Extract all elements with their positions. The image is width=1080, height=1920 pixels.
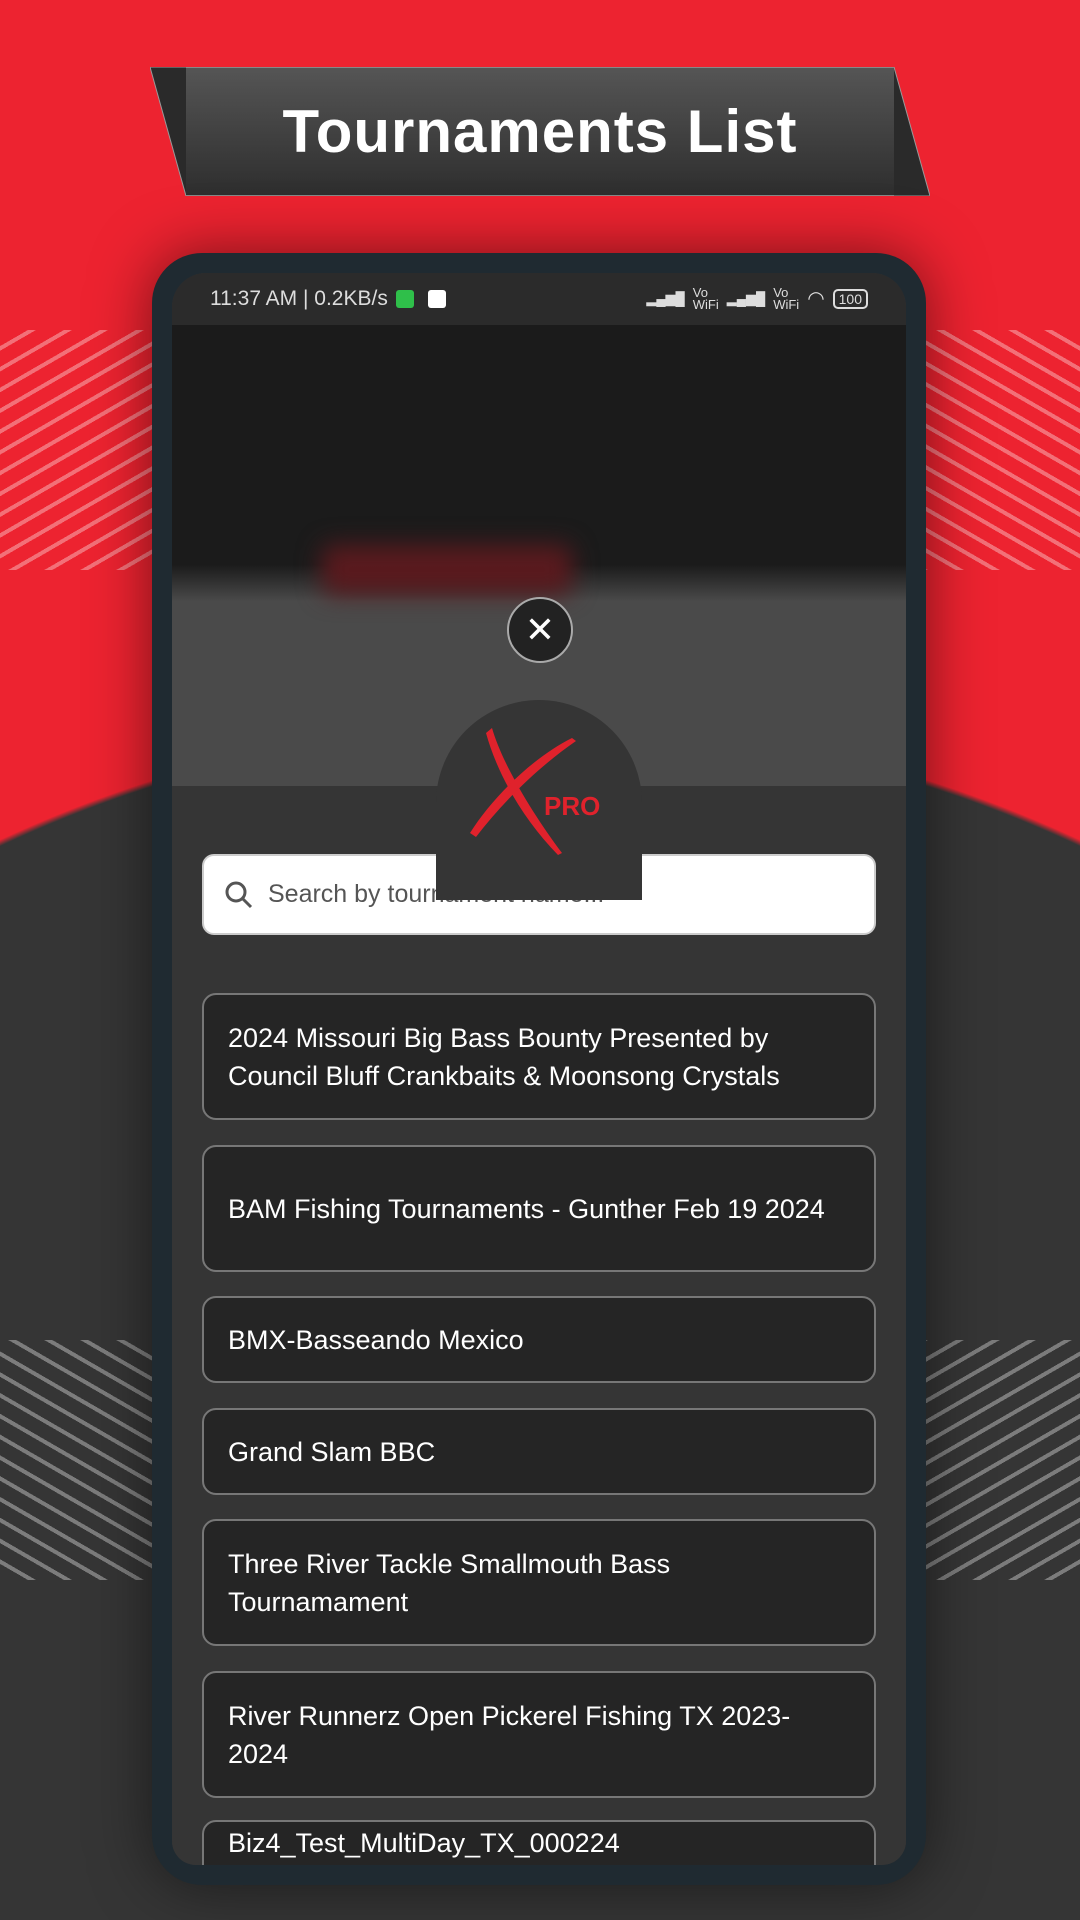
signal-icon: ▂▄▆█ <box>726 291 766 306</box>
tournament-name: BMX-Basseando Mexico <box>228 1324 524 1355</box>
title-banner: Tournaments List <box>150 67 930 196</box>
tournament-name: BAM Fishing Tournaments - Gunther Feb 19… <box>228 1193 825 1224</box>
tournament-item[interactable]: River Runnerz Open Pickerel Fishing TX 2… <box>202 1671 876 1798</box>
phone-screen: 11:37 AM | 0.2KB/s ▂▄▆█ Vo WiFi ▂▄▆█ Vo … <box>172 273 906 1865</box>
tournament-item[interactable]: Biz4_Test_MultiDay_TX_000224 <box>202 1820 876 1865</box>
tournament-item[interactable]: BAM Fishing Tournaments - Gunther Feb 19… <box>202 1145 876 1272</box>
whatsapp-icon <box>395 290 414 308</box>
xpro-logo: PRO <box>462 723 622 863</box>
tournament-name: Biz4_Test_MultiDay_TX_000224 <box>228 1828 620 1858</box>
tournament-item[interactable]: 2024 Missouri Big Bass Bounty Presented … <box>202 993 876 1120</box>
status-bar: 11:37 AM | 0.2KB/s ▂▄▆█ Vo WiFi ▂▄▆█ Vo … <box>172 273 906 325</box>
battery-icon: 100 <box>832 289 868 309</box>
vowifi-label: Vo WiFi <box>773 285 800 312</box>
tournament-name: River Runnerz Open Pickerel Fishing TX 2… <box>228 1700 791 1769</box>
tournament-item[interactable]: BMX-Basseando Mexico <box>202 1296 876 1383</box>
wifi-icon: ◠ <box>807 288 825 310</box>
tournament-item[interactable]: Three River Tackle Smallmouth Bass Tourn… <box>202 1519 876 1646</box>
vowifi-label: Vo WiFi <box>692 285 719 312</box>
close-icon: ✕ <box>524 609 556 650</box>
page-title: Tournaments List <box>282 98 798 165</box>
logo-text: PRO <box>544 791 600 821</box>
tournament-name: 2024 Missouri Big Bass Bounty Presented … <box>228 1022 780 1091</box>
tournament-name: Grand Slam BBC <box>228 1436 436 1467</box>
tournament-sheet: 2024 Missouri Big Bass Bounty Presented … <box>172 786 906 1865</box>
app-notification-icon <box>427 290 446 308</box>
search-icon <box>225 881 253 908</box>
status-time: 11:37 AM | 0.2KB/s <box>210 287 388 310</box>
signal-icon: ▂▄▆█ <box>646 291 685 306</box>
tournament-name: Three River Tackle Smallmouth Bass Tourn… <box>228 1548 671 1617</box>
close-button[interactable]: ✕ <box>507 597 573 663</box>
tournament-item[interactable]: Grand Slam BBC <box>202 1408 876 1495</box>
